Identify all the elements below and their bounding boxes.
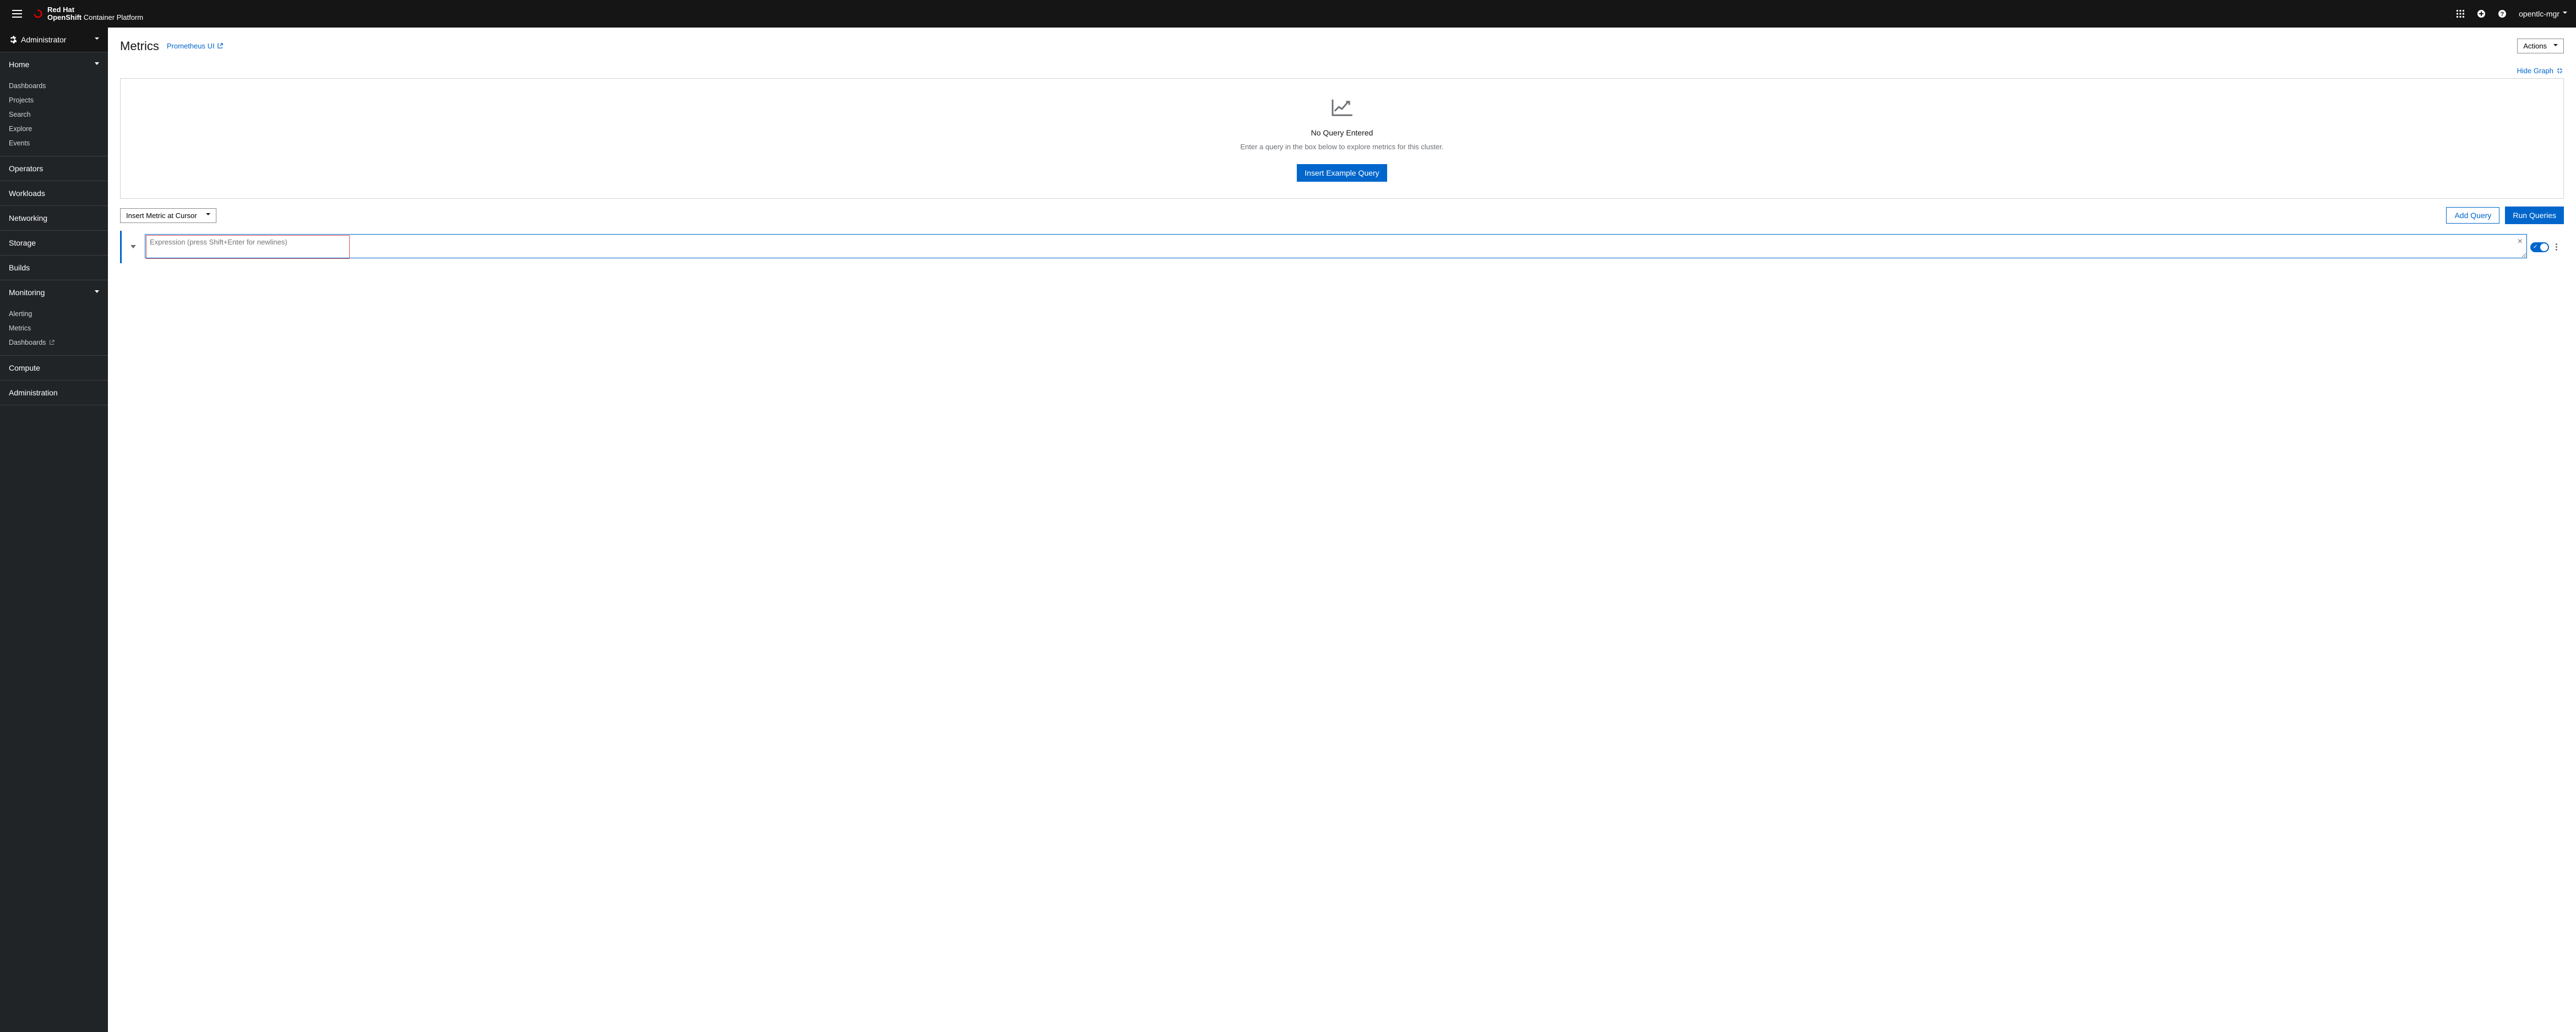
add-query-button[interactable]: Add Query: [2446, 207, 2499, 224]
gear-icon: [9, 36, 17, 44]
perspective-switcher[interactable]: Administrator: [0, 28, 108, 52]
caret-down-icon: [206, 213, 210, 218]
nav-item-home[interactable]: Home: [0, 52, 108, 77]
brand[interactable]: Red Hat OpenShift Container Platform: [33, 6, 143, 21]
sidebar: Administrator Home Dashboards Projects S…: [0, 28, 108, 1032]
query-row: × ✓: [120, 231, 2564, 263]
nav-sub-events[interactable]: Events: [0, 136, 108, 150]
hide-graph-button[interactable]: Hide Graph: [2517, 67, 2563, 75]
insert-metric-dropdown[interactable]: Insert Metric at Cursor: [120, 208, 216, 223]
query-kebab-menu[interactable]: [2552, 241, 2561, 253]
check-icon: ✓: [2533, 245, 2537, 250]
caret-down-icon: [95, 37, 99, 42]
plus-icon[interactable]: [2477, 9, 2486, 18]
nav-item-builds[interactable]: Builds: [0, 256, 108, 280]
app-launcher-icon[interactable]: [2456, 9, 2465, 18]
prometheus-ui-link[interactable]: Prometheus UI: [167, 42, 223, 50]
nav-sub-search[interactable]: Search: [0, 107, 108, 122]
chart-icon: [1330, 99, 1354, 117]
query-toggle-expand[interactable]: [125, 245, 142, 249]
redhat-logo-icon: [33, 9, 43, 19]
chevron-down-icon: [131, 245, 136, 249]
nav-sub-dashboards[interactable]: Dashboards: [0, 79, 108, 93]
brand-suffix: Container Platform: [84, 13, 143, 21]
nav-sub-dashboards-monitoring[interactable]: Dashboards: [0, 335, 108, 350]
nav-item-storage[interactable]: Storage: [0, 231, 108, 255]
masthead: Red Hat OpenShift Container Platform ? o…: [0, 0, 2576, 28]
actions-dropdown[interactable]: Actions: [2517, 39, 2564, 53]
chevron-down-icon: [95, 290, 99, 295]
clear-expression-button[interactable]: ×: [2518, 237, 2523, 246]
nav-item-monitoring[interactable]: Monitoring: [0, 280, 108, 305]
nav-item-operators[interactable]: Operators: [0, 156, 108, 181]
brand-vendor: Red Hat: [47, 6, 143, 14]
empty-state-subtitle: Enter a query in the box below to explor…: [1240, 143, 1443, 151]
query-enabled-toggle[interactable]: ✓: [2530, 242, 2549, 252]
nav-sub-alerting[interactable]: Alerting: [0, 307, 108, 321]
nav-item-administration[interactable]: Administration: [0, 381, 108, 405]
perspective-label: Administrator: [21, 35, 90, 44]
external-link-icon: [49, 340, 55, 345]
insert-example-query-button[interactable]: Insert Example Query: [1297, 164, 1387, 182]
user-name: opentlc-mgr: [2519, 9, 2559, 18]
nav-item-workloads[interactable]: Workloads: [0, 181, 108, 205]
nav-toggle-button[interactable]: [9, 7, 25, 21]
user-menu[interactable]: opentlc-mgr: [2519, 9, 2567, 18]
nav-item-compute[interactable]: Compute: [0, 356, 108, 380]
nav-sub-metrics[interactable]: Metrics: [0, 321, 108, 335]
nav-section-home: Home Dashboards Projects Search Explore …: [0, 52, 108, 156]
expression-input[interactable]: [145, 234, 2527, 258]
external-link-icon: [217, 43, 223, 49]
caret-down-icon: [2553, 44, 2558, 48]
empty-state-title: No Query Entered: [1311, 128, 1373, 137]
run-queries-button[interactable]: Run Queries: [2505, 207, 2564, 224]
page-title: Metrics: [120, 39, 159, 53]
nav-sub-projects[interactable]: Projects: [0, 93, 108, 107]
svg-text:?: ?: [2501, 11, 2504, 18]
compress-icon: [2557, 68, 2563, 74]
chevron-down-icon: [95, 62, 99, 67]
graph-empty-state: No Query Entered Enter a query in the bo…: [120, 78, 2564, 199]
help-icon[interactable]: ?: [2498, 9, 2507, 18]
brand-product: OpenShift: [47, 13, 81, 21]
caret-down-icon: [2563, 12, 2567, 16]
main-content: Metrics Prometheus UI Actions Hide Graph: [108, 28, 2576, 1032]
nav-item-networking[interactable]: Networking: [0, 206, 108, 230]
nav-sub-explore[interactable]: Explore: [0, 122, 108, 136]
nav-section-monitoring: Monitoring Alerting Metrics Dashboards: [0, 280, 108, 356]
